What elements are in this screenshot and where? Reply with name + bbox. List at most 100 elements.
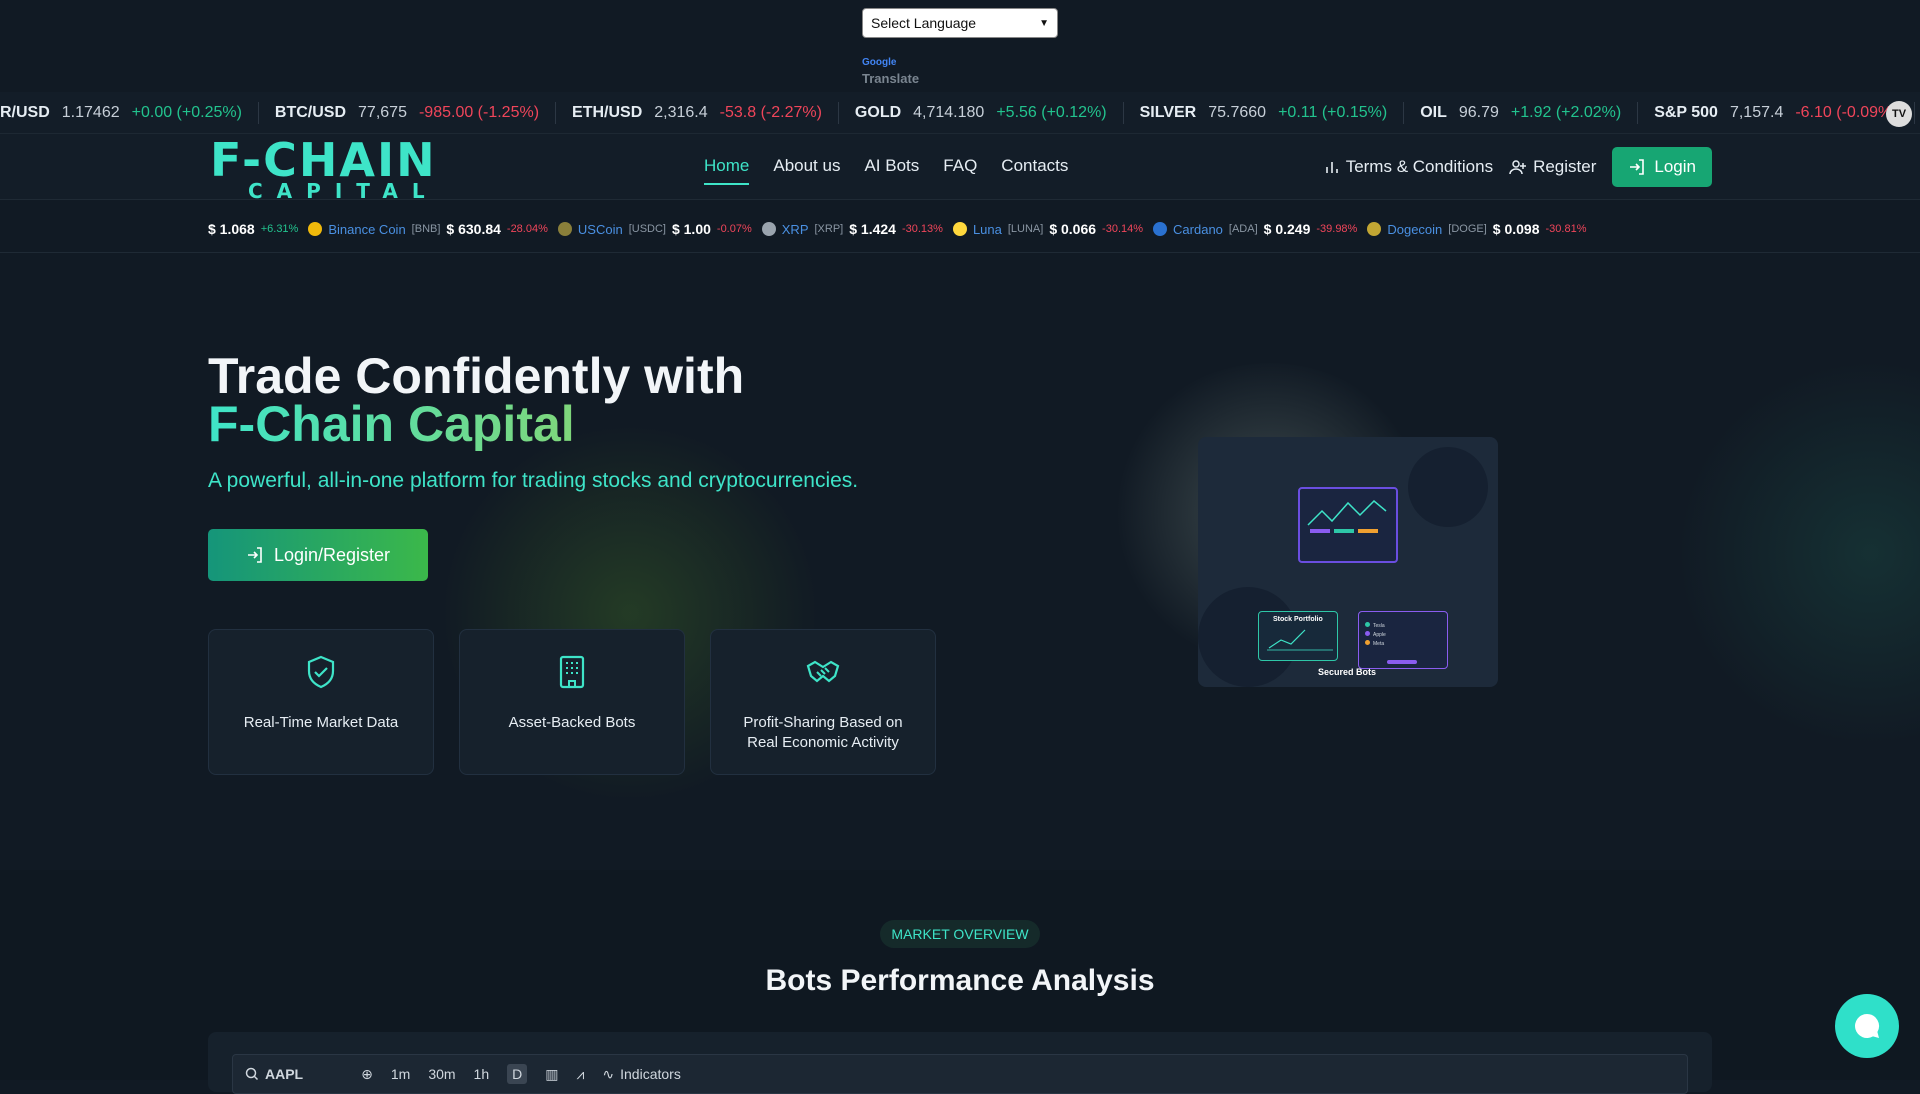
crypto-price: $ 0.098	[1492, 221, 1540, 237]
bot-row: Apple	[1373, 632, 1386, 638]
user-plus-icon	[1509, 160, 1527, 175]
ticker-change: +5.56 (+0.12%)	[996, 103, 1107, 121]
ticker-symbol: S&P 500	[1654, 103, 1718, 121]
chart-toolbar: AAPL ⊕ 1m 30m 1h D ▥ ⩘ ∿ Indicators	[232, 1054, 1688, 1094]
ticker-item[interactable]: R/USD 1.17462 +0.00 (+0.25%)	[0, 101, 259, 124]
section-pill: MARKET OVERVIEW	[880, 920, 1040, 948]
crypto-item[interactable]: Luna [LUNA] $ 0.066 -30.14%	[952, 221, 1144, 237]
progress-bar	[1387, 660, 1417, 664]
search-icon	[245, 1067, 259, 1081]
register-link[interactable]: Register	[1509, 157, 1596, 177]
crypto-item[interactable]: Dogecoin [DOGE] $ 0.098 -30.81%	[1367, 221, 1587, 237]
ticker-item[interactable]: SILVER 75.7660 +0.11 (+0.15%)	[1124, 101, 1405, 124]
secured-bots-card: Tesla Apple Meta	[1358, 611, 1448, 669]
chart-panel	[1298, 487, 1398, 563]
crypto-change: +6.31%	[260, 223, 299, 235]
nav-contacts[interactable]: Contacts	[1001, 156, 1068, 176]
ticker-change: +0.11 (+0.15%)	[1278, 103, 1388, 121]
coin-icon	[1153, 222, 1168, 236]
crypto-item[interactable]: USCoin [USDC] $ 1.00 -0.07%	[557, 221, 752, 237]
login-icon	[247, 547, 262, 563]
ticker-symbol: BTC/USD	[274, 103, 347, 121]
brand-logo[interactable]: F-CHAIN CAPITAL	[210, 133, 450, 201]
crypto-price: $ 630.84	[446, 221, 501, 237]
nav-about[interactable]: About us	[773, 156, 840, 176]
decorative-circle	[1408, 447, 1488, 527]
trend-line-icon	[1267, 629, 1333, 651]
ticker-item[interactable]: S&P 500 7,157.4 -6.10 (-0.09%)	[1638, 101, 1915, 124]
nav-home[interactable]: Home	[704, 156, 750, 185]
logo-top-text: F-CHAIN	[210, 133, 437, 187]
handshake-icon	[806, 660, 840, 683]
crypto-item[interactable]: Binance Coin [BNB] $ 630.84 -28.04%	[308, 221, 548, 237]
crypto-symbol: [BNB]	[411, 223, 441, 235]
crypto-price: $ 0.249	[1263, 221, 1311, 237]
ticker-price: 2,316.4	[654, 103, 708, 121]
chat-launcher-button[interactable]	[1835, 994, 1899, 1058]
interval-d[interactable]: D	[507, 1064, 528, 1084]
nav-ai-bots[interactable]: AI Bots	[864, 156, 919, 176]
terms-link[interactable]: Terms & Conditions	[1324, 157, 1493, 177]
section-title: Bots Performance Analysis	[765, 964, 1155, 997]
crypto-symbol: [DOGE]	[1448, 223, 1487, 235]
google-label: Google	[862, 57, 897, 68]
crypto-name: Cardano	[1173, 221, 1223, 237]
login-register-button[interactable]: Login/Register	[208, 529, 428, 581]
translate-label: Translate	[862, 71, 920, 86]
chat-bubble-icon	[1855, 1014, 1880, 1038]
crypto-name: XRP	[781, 221, 809, 237]
secured-bots-label: Secured Bots	[1318, 667, 1377, 677]
bot-row: Tesla	[1373, 623, 1385, 629]
feature-label: Real-Time Market Data	[243, 714, 399, 731]
hero-illustration: Stock Portfolio Tesla Apple Meta Secured…	[1198, 437, 1498, 687]
crypto-item[interactable]: Cardano [ADA] $ 0.249 -39.98%	[1153, 221, 1357, 237]
hero-section: Trade Confidently with F-Chain Capital A…	[0, 253, 1920, 870]
register-label: Register	[1533, 157, 1597, 176]
login-icon	[1630, 159, 1645, 175]
feature-card: Real-Time Market Data	[208, 629, 434, 775]
ticker-item[interactable]: BTC/USD 77,675 -985.00 (-1.25%)	[259, 101, 557, 124]
crypto-item[interactable]: XRP [XRP] $ 1.424 -30.13%	[761, 221, 943, 237]
tradingview-logo-icon[interactable]: TV	[1886, 101, 1912, 127]
crypto-price: $ 0.066	[1049, 221, 1097, 237]
feature-card: Asset-Backed Bots	[459, 629, 685, 775]
cta-label: Login/Register	[273, 544, 391, 565]
ticker-price: 4,714.180	[913, 103, 985, 121]
language-select[interactable]: Select Language ▼	[862, 8, 1058, 38]
ticker-change: +1.92 (+2.02%)	[1510, 103, 1622, 121]
crypto-name: USCoin	[577, 221, 623, 237]
feature-card: Profit-Sharing Based on Real Economic Ac…	[710, 629, 936, 775]
chevron-down-icon: ▼	[1039, 17, 1049, 29]
terms-label: Terms & Conditions	[1345, 157, 1494, 176]
status-dot	[1365, 622, 1370, 627]
crypto-lead-item[interactable]: $ 1.068 +6.31%	[208, 221, 298, 237]
coin-icon	[952, 222, 967, 236]
ticker-symbol: SILVER	[1139, 103, 1197, 121]
ticker-price: 96.79	[1458, 103, 1499, 121]
stock-portfolio-label: Stock Portfolio	[1273, 616, 1323, 623]
legend-bar	[1310, 529, 1330, 533]
crypto-change: -28.04%	[506, 223, 548, 235]
hero-subtitle: A powerful, all-in-one platform for trad…	[208, 469, 859, 492]
hero-title-brand: F-Chain Capital	[208, 396, 575, 452]
crypto-ticker: $ 1.068 +6.31% Binance Coin [BNB] $ 630.84…	[208, 212, 1712, 246]
ticker-symbol: R/USD	[0, 103, 50, 121]
language-select-label: Select Language	[871, 15, 977, 31]
ticker-item[interactable]: GOLD 4,714.180 +5.56 (+0.12%)	[839, 101, 1124, 124]
feature-label: Profit-Sharing Based on Real Economic Ac…	[743, 714, 903, 751]
ticker-item[interactable]: ETH/USD 2,316.4 -53.8 (-2.27%)	[556, 101, 839, 124]
ticker-change: -6.10 (-0.09%)	[1795, 103, 1898, 121]
crypto-symbol: [LUNA]	[1007, 223, 1044, 235]
google-translate-credit[interactable]: Google Translate	[862, 55, 919, 87]
shield-check-icon	[307, 655, 335, 689]
crypto-price: $ 1.00	[671, 221, 711, 237]
crypto-change: -30.14%	[1102, 223, 1144, 235]
login-label: Login	[1654, 157, 1696, 176]
login-button[interactable]: Login	[1612, 147, 1712, 187]
ticker-item[interactable]: OIL 96.79 +1.92 (+2.02%)	[1404, 101, 1639, 124]
crypto-change: -39.98%	[1316, 223, 1358, 235]
market-ticker: R/USD 1.17462 +0.00 (+0.25%) BTC/USD 77,675-…	[0, 92, 1920, 134]
decorative-glow	[1680, 353, 1920, 753]
crypto-change: -30.81%	[1545, 223, 1587, 235]
nav-faq[interactable]: FAQ	[943, 156, 977, 176]
